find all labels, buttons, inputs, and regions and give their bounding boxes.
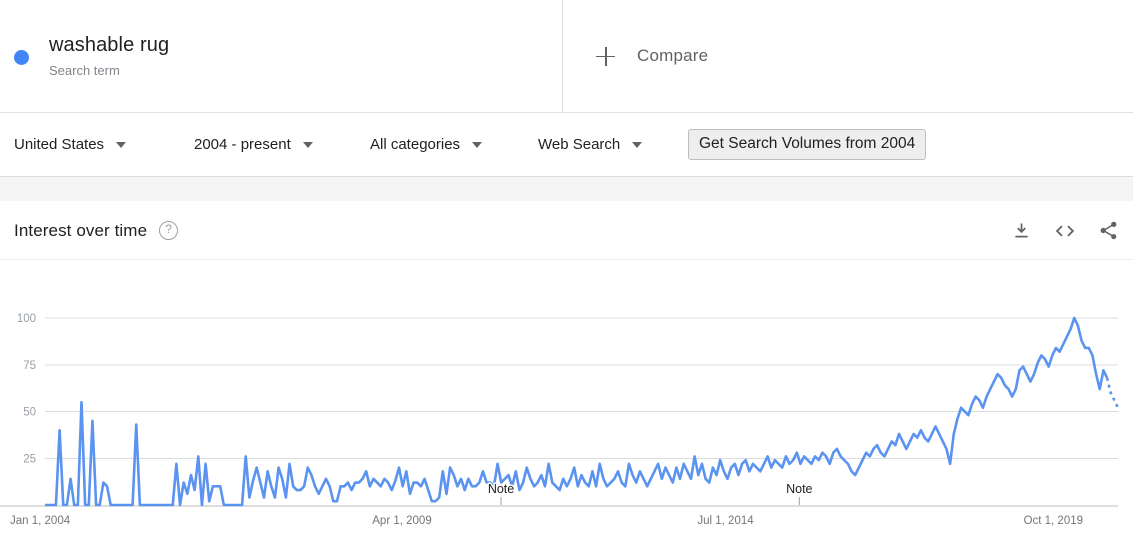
filter-time-range-label: 2004 - present (194, 136, 291, 153)
compare-label: Compare (637, 46, 709, 65)
svg-text:Apr 1, 2009: Apr 1, 2009 (372, 515, 431, 527)
filter-country-label: United States (14, 136, 105, 153)
chart-svg: 25 50 75 100 Note Note Jan 1, 2004 Apr 1, 2009 J… (0, 313, 1120, 527)
interest-over-time-chart[interactable]: 25 50 75 100 Note Note Jan 1, 2004 Apr 1, 2009 J… (0, 260, 1133, 560)
chevron-down-icon (632, 141, 643, 148)
embed-icon[interactable] (1054, 220, 1076, 242)
svg-text:50: 50 (23, 407, 36, 419)
svg-text:Note: Note (786, 482, 812, 496)
search-terms-row: washable rug Search term Compare (0, 0, 1133, 113)
svg-text:25: 25 (23, 453, 36, 465)
share-icon[interactable] (1098, 220, 1119, 241)
page-title: Interest over time (14, 220, 148, 240)
svg-text:Jul 1, 2014: Jul 1, 2014 (697, 515, 754, 527)
search-term-type: Search term (49, 62, 120, 78)
svg-text:Oct 1, 2019: Oct 1, 2019 (1024, 515, 1083, 527)
chevron-down-icon (116, 141, 127, 148)
search-term-card[interactable]: washable rug Search term (0, 0, 563, 112)
filter-country[interactable]: United States (14, 136, 194, 153)
filter-category-label: All categories (370, 136, 461, 153)
section-divider-band (0, 177, 1133, 202)
filter-bar: United States 2004 - present All categor… (0, 113, 1133, 177)
card-header: Interest over time ? (0, 202, 1133, 260)
chevron-down-icon (472, 141, 483, 148)
filter-time-range[interactable]: 2004 - present (194, 136, 370, 153)
interest-over-time-card: Interest over time ? 25 50 75 100 Note Note Ja… (0, 202, 1133, 560)
card-actions (1011, 220, 1119, 242)
help-icon[interactable]: ? (159, 221, 179, 240)
svg-text:Note: Note (488, 482, 514, 496)
chevron-down-icon (302, 141, 313, 148)
svg-text:100: 100 (17, 313, 36, 325)
filter-category[interactable]: All categories (370, 136, 538, 153)
svg-text:75: 75 (23, 360, 36, 372)
search-term-label: washable rug (49, 33, 170, 56)
filter-search-type[interactable]: Web Search (538, 136, 668, 153)
filter-search-type-label: Web Search (538, 136, 621, 153)
plus-icon (596, 46, 615, 66)
download-icon[interactable] (1011, 220, 1032, 241)
series-color-dot (14, 49, 29, 65)
svg-text:Jan 1, 2004: Jan 1, 2004 (10, 515, 71, 527)
add-comparison-button[interactable]: Compare (563, 0, 1133, 112)
get-search-volumes-button[interactable]: Get Search Volumes from 2004 (688, 129, 927, 160)
